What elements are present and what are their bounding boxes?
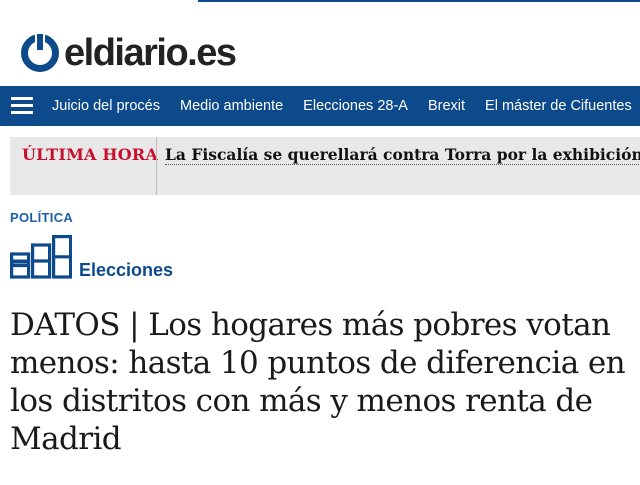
breaking-news-link[interactable]: La Fiscalía se querellará contra Torra p…: [165, 137, 640, 173]
nav-item-elecciones-28a[interactable]: Elecciones 28-A: [303, 86, 408, 126]
breaking-news-text: La Fiscalía se querellará contra Torra p…: [165, 145, 640, 165]
nav-item-master-cifuentes[interactable]: El máster de Cifuentes: [485, 86, 632, 126]
breaking-divider: [156, 137, 157, 195]
nav-item-brexit[interactable]: Brexit: [428, 86, 465, 126]
site-logo[interactable]: eldiario.es: [20, 32, 237, 74]
nav-items: Juicio del procés Medio ambiente Eleccio…: [52, 86, 640, 126]
breaking-news-label: ÚLTIMA HORA: [22, 145, 158, 164]
eldiario-logo-icon: [21, 33, 59, 72]
elecciones-tag[interactable]: Elecciones: [10, 235, 174, 280]
breaking-news-bar: ÚLTIMA HORA La Fiscalía se querellará co…: [10, 137, 640, 195]
menu-icon[interactable]: [11, 97, 33, 115]
article-headline[interactable]: DATOS | Los hogares más pobres votan men…: [10, 306, 636, 458]
elecciones-label: Elecciones: [79, 260, 174, 280]
section-label[interactable]: POLÍTICA: [10, 210, 73, 225]
elecciones-icon: [10, 235, 72, 279]
site-header: eldiario.es: [0, 0, 640, 86]
logo-wordmark: eldiario.es: [64, 32, 237, 74]
nav-item-juicio-proces[interactable]: Juicio del procés: [52, 86, 160, 126]
main-navigation: Juicio del procés Medio ambiente Eleccio…: [0, 86, 640, 126]
nav-item-medio-ambiente[interactable]: Medio ambiente: [180, 86, 283, 126]
